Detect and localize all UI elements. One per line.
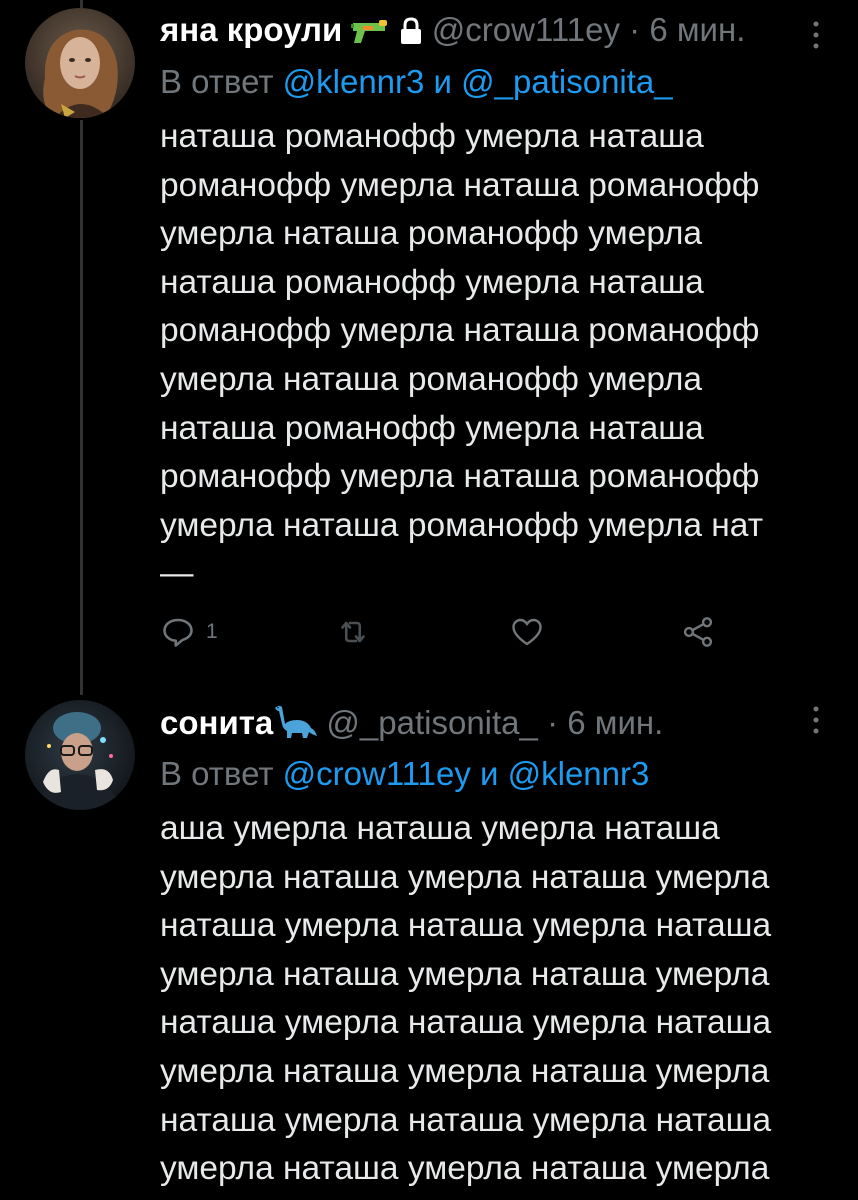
tweet-text: аша умерла наташа умерла наташа умерла н… xyxy=(160,805,771,1194)
more-options-icon[interactable] xyxy=(812,20,820,50)
lock-icon xyxy=(399,14,423,54)
tweet-text-line: умерла наташа романофф умерла нат xyxy=(160,506,764,544)
avatar[interactable] xyxy=(25,700,135,810)
tweet-text-line: наташа умерла наташа умерла наташа xyxy=(160,907,772,945)
tweet-text-line: умерла наташа умерла наташа умерла xyxy=(160,858,770,896)
tweet-text-line: наташа умерла наташа умерла наташа xyxy=(160,1101,772,1139)
thread-line-connector xyxy=(80,120,83,695)
reply-mention-patisonita[interactable]: @_patisonita_ xyxy=(461,63,672,100)
tweet-text-line: умерла наташа умерла наташа умерла xyxy=(160,955,770,993)
tweet-text-line: наташа романофф умерла наташа xyxy=(160,263,704,301)
separator-dot: · xyxy=(629,11,641,48)
handle[interactable]: @_patisonita_ xyxy=(326,704,537,741)
tweet-text-line: наташа романофф умерла наташа xyxy=(160,118,704,155)
more-options-icon[interactable] xyxy=(812,705,820,735)
reply-mention-crow111ey[interactable]: @crow111ey xyxy=(283,755,471,792)
timestamp[interactable]: 6 мин. xyxy=(649,11,745,48)
retweet-icon xyxy=(341,621,365,643)
tweet-text-line: умерла наташа умерла наташа умерла xyxy=(160,1052,770,1090)
share-button[interactable] xyxy=(680,612,716,652)
tweet-text-line: наташа умерла наташа умерла наташа xyxy=(160,1004,772,1042)
avatar-photo-icon xyxy=(25,8,135,118)
tweet-text-line: умерла наташа умерла наташа умерла xyxy=(160,1150,770,1188)
share-icon xyxy=(683,617,713,647)
tweet-text: наташа романофф умерла наташа романофф у… xyxy=(160,113,763,599)
tweet-text-line: аша умерла наташа умерла наташа xyxy=(160,810,720,847)
display-name[interactable]: сонита xyxy=(160,704,273,741)
reply-icon xyxy=(163,618,193,647)
reply-prefix: В ответ xyxy=(160,63,274,100)
retweet-button[interactable] xyxy=(335,612,371,652)
tweet-text-line: — xyxy=(160,555,194,593)
tweet-text-line: романофф умерла наташа романофф xyxy=(160,458,760,496)
reply-mention-klennr3[interactable]: @klennr3 xyxy=(508,755,650,792)
reply-context: В ответ @crow111ey и @klennr3 xyxy=(160,754,649,794)
tweet-text-line: романофф умерла наташа романофф xyxy=(160,312,760,350)
thread-line-top xyxy=(80,0,83,8)
heart-icon xyxy=(512,618,542,646)
separator-dot: · xyxy=(547,704,559,741)
tweet-text-line: умерла наташа романофф умерла xyxy=(160,360,703,398)
tweet-header: сонита @_patisonita_ · 6 мин. xyxy=(160,703,663,747)
tweet-text-line: умерла наташа романофф умерла xyxy=(160,215,703,253)
sauropod-icon xyxy=(273,704,318,747)
tweet-text-line: наташа романофф умерла наташа xyxy=(160,409,704,447)
tweet-text-line: романофф умерла наташа романофф xyxy=(160,166,760,204)
tweet-header: яна кроули @crow111ey · 6 мин. xyxy=(160,10,745,54)
like-button[interactable] xyxy=(508,612,546,652)
reply-joiner: и xyxy=(433,63,452,100)
reply-joiner: и xyxy=(480,755,499,792)
display-name[interactable]: яна кроули xyxy=(160,11,342,48)
handle[interactable]: @crow111ey xyxy=(432,11,620,48)
reply-button[interactable]: 1 xyxy=(160,612,218,652)
avatar[interactable] xyxy=(25,8,135,118)
reply-context: В ответ @klennr3 и @_patisonita_ xyxy=(160,62,673,102)
reply-count: 1 xyxy=(206,620,218,643)
timestamp[interactable]: 6 мин. xyxy=(567,704,663,741)
reply-prefix: В ответ xyxy=(160,755,274,792)
reply-mention-klennr3[interactable]: @klennr3 xyxy=(283,63,425,100)
water-pistol-icon xyxy=(351,14,389,54)
avatar-photo-icon xyxy=(25,700,135,810)
